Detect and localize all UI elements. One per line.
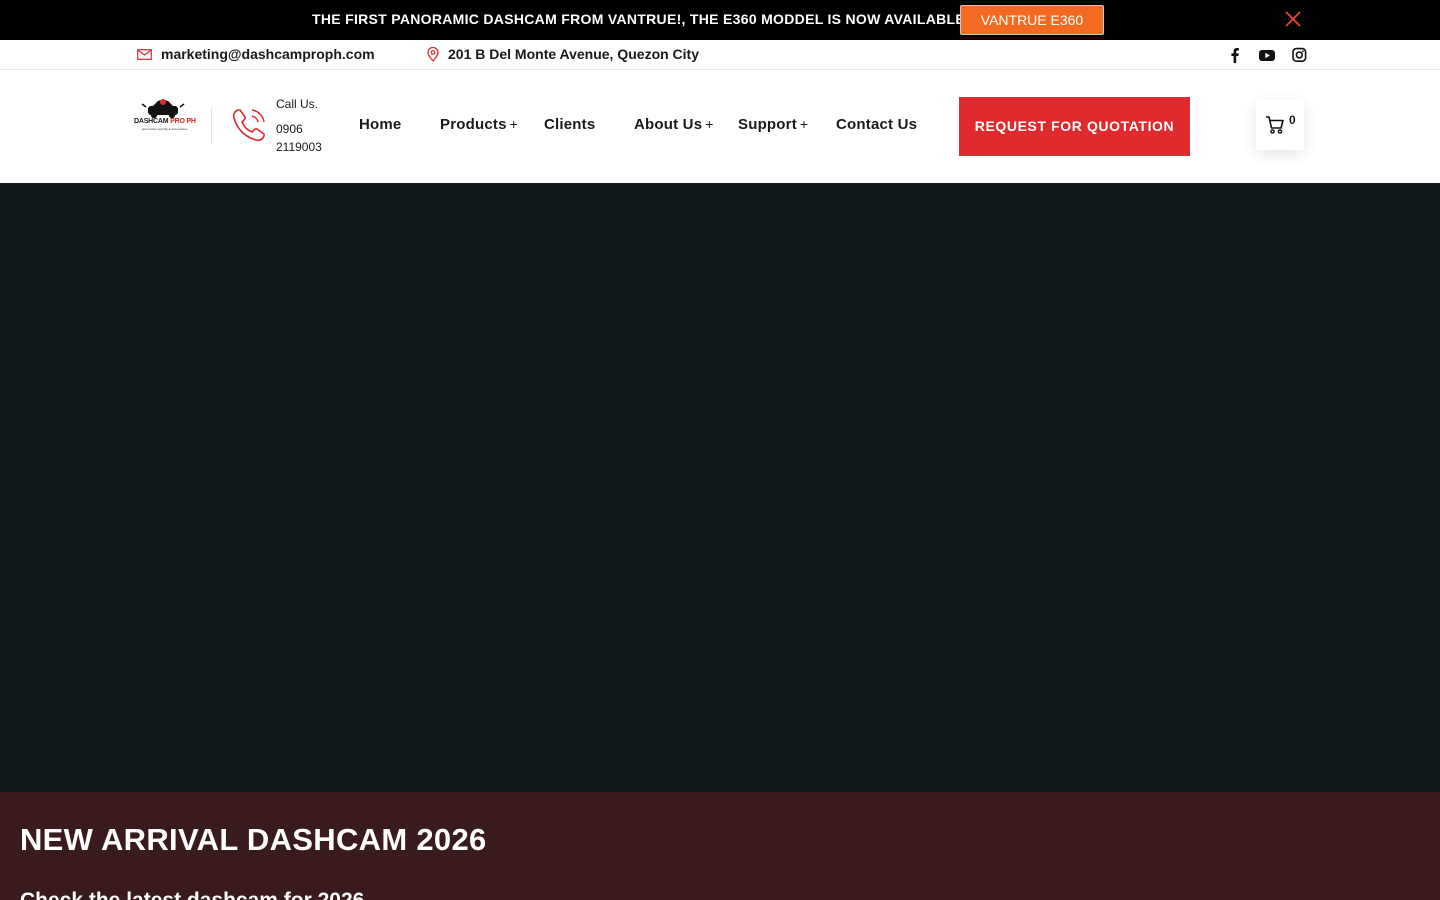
logo-wordmark: DASHCAM PRO PH [134, 118, 196, 125]
cart-icon [1266, 116, 1284, 134]
address-text: 201 B Del Monte Avenue, Quezon City [448, 46, 700, 62]
address-item: 201 B Del Monte Avenue, Quezon City [427, 46, 699, 62]
call-label: Call Us. [276, 97, 319, 111]
header-divider [211, 108, 212, 144]
nav-clients[interactable]: Clients [544, 116, 595, 133]
logo-tagline: automotive security & accessories [142, 127, 188, 131]
email-text: marketing@dashcamproph.com [161, 46, 375, 62]
request-quotation-button[interactable]: REQUEST FOR QUOTATION [959, 97, 1190, 156]
mail-icon [137, 48, 152, 60]
youtube-icon[interactable] [1258, 47, 1276, 63]
promo-subtitle: Check the latest dashcam for 2026 [20, 889, 364, 900]
nav-products[interactable]: Products + [440, 116, 518, 133]
site-header: DASHCAM PRO PH automotive security & acc… [0, 70, 1440, 183]
promo-title: NEW ARRIVAL DASHCAM 2026 [20, 822, 487, 857]
email-link[interactable]: marketing@dashcamproph.com [137, 46, 375, 62]
nav-about-us[interactable]: About Us + [634, 116, 714, 133]
cart-button[interactable]: 0 [1256, 100, 1304, 150]
contact-bar: marketing@dashcamproph.com 201 B Del Mon… [0, 40, 1440, 70]
instagram-icon[interactable] [1290, 47, 1308, 63]
nav-support[interactable]: Support + [738, 116, 808, 133]
announcement-text: THE FIRST PANORAMIC DASHCAM FROM VANTRUE… [312, 11, 970, 27]
submenu-plus-icon: + [705, 116, 714, 132]
social-links [1226, 47, 1308, 63]
close-icon[interactable] [1284, 10, 1302, 28]
cart-count-badge: 0 [1289, 113, 1296, 127]
nav-contact-us[interactable]: Contact Us [836, 116, 917, 133]
submenu-plus-icon: + [509, 116, 519, 132]
call-number[interactable]: 0906 2119003 [276, 120, 328, 156]
facebook-icon[interactable] [1226, 47, 1244, 63]
phone-icon [230, 106, 268, 144]
announcement-bar: THE FIRST PANORAMIC DASHCAM FROM VANTRUE… [0, 0, 1440, 40]
nav-home[interactable]: Home [359, 116, 401, 133]
vantrue-e360-button[interactable]: VANTRUE E360 [960, 5, 1104, 35]
submenu-plus-icon: + [799, 116, 809, 132]
hero-banner [0, 183, 1440, 792]
map-pin-icon [427, 46, 439, 62]
promo-section: NEW ARRIVAL DASHCAM 2026 Check the lates… [0, 792, 1440, 900]
